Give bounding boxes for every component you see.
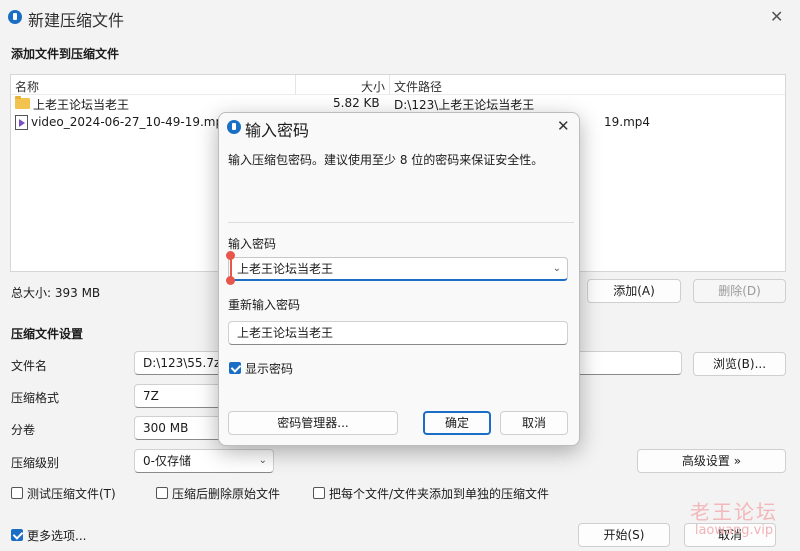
app-logo-icon — [227, 120, 241, 134]
reenter-value: 上老王论坛当老王 — [237, 326, 334, 340]
row-name: video_2024-06-27_10-49-19.mp4 — [31, 115, 231, 129]
column-divider[interactable] — [295, 75, 296, 95]
list-header: 名称 大小 文件路径 — [11, 75, 785, 95]
close-icon[interactable]: ✕ — [770, 7, 783, 26]
reenter-password-input[interactable]: 上老王论坛当老王 — [228, 321, 568, 345]
column-size[interactable]: 大小 — [361, 78, 385, 95]
column-name[interactable]: 名称 — [15, 78, 39, 95]
separate-archives-label: 把每个文件/文件夹添加到单独的压缩文件 — [329, 487, 550, 501]
password-value: 上老王论坛当老王 — [237, 262, 334, 276]
watermark-logo: 老王论坛 — [690, 500, 778, 524]
divider — [228, 222, 574, 223]
add-button[interactable]: 添加(A) — [587, 279, 681, 303]
test-archive-checkbox[interactable] — [11, 487, 23, 499]
password-label: 输入密码 — [228, 237, 277, 251]
total-size: 总大小: 393 MB — [11, 286, 101, 300]
dialog-cancel-button[interactable]: 取消 — [500, 411, 568, 435]
password-dialog: 输入密码 ✕ 输入压缩包密码。建议使用至少 8 位的密码来保证安全性。 输入密码… — [218, 112, 580, 446]
filename-label: 文件名 — [11, 359, 48, 373]
window-title: 新建压缩文件 — [28, 11, 125, 30]
browse-button[interactable]: 浏览(B)... — [693, 352, 786, 376]
password-manager-button[interactable]: 密码管理器... — [228, 411, 398, 435]
ok-button[interactable]: 确定 — [423, 411, 491, 435]
close-icon[interactable]: ✕ — [557, 117, 570, 135]
row-size: 5.82 KB — [333, 96, 380, 110]
row-path: 19.mp4 — [604, 115, 651, 129]
settings-section-title: 压缩文件设置 — [11, 327, 84, 341]
format-value: 7Z — [143, 389, 159, 403]
level-label: 压缩级别 — [11, 456, 60, 470]
title-bar: 新建压缩文件 ✕ — [0, 0, 800, 36]
password-input[interactable]: 上老王论坛当老王 ⌄ — [228, 257, 568, 281]
more-options-label: 更多选项... — [27, 529, 87, 543]
show-password-checkbox[interactable] — [229, 362, 241, 374]
level-value: 0-仅存储 — [143, 454, 191, 468]
volume-label: 分卷 — [11, 423, 36, 437]
chevron-down-icon: ⌄ — [258, 455, 267, 466]
list-row[interactable]: 上老王论坛当老王 5.82 KB D:\123\上老王论坛当老王 — [11, 95, 785, 113]
format-label: 压缩格式 — [11, 391, 60, 405]
column-path[interactable]: 文件路径 — [394, 78, 442, 95]
test-archive-label: 测试压缩文件(T) — [27, 487, 116, 501]
start-button[interactable]: 开始(S) — [578, 523, 670, 547]
files-section-title: 添加文件到压缩文件 — [11, 47, 120, 61]
dialog-title: 输入密码 — [245, 121, 310, 140]
watermark: 老王论坛 laowang.vip — [684, 496, 784, 538]
dialog-description: 输入压缩包密码。建议使用至少 8 位的密码来保证安全性。 — [228, 153, 544, 167]
row-name: 上老王论坛当老王 — [33, 98, 130, 112]
more-options-checkbox[interactable] — [11, 529, 23, 541]
delete-after-label: 压缩后删除原始文件 — [172, 487, 281, 501]
folder-icon — [15, 96, 30, 109]
separate-archives-checkbox[interactable] — [313, 487, 325, 499]
watermark-url: laowang.vip — [694, 523, 774, 538]
column-divider[interactable] — [389, 75, 390, 95]
chevron-down-icon[interactable]: ⌄ — [553, 258, 561, 279]
delete-button[interactable]: 删除(D) — [693, 279, 786, 303]
reenter-label: 重新输入密码 — [228, 298, 301, 312]
volume-value: 300 MB — [143, 421, 189, 435]
app-logo-icon — [8, 10, 22, 24]
show-password-label: 显示密码 — [245, 362, 294, 376]
level-select[interactable]: 0-仅存储 ⌄ — [134, 449, 274, 473]
row-path: D:\123\上老王论坛当老王 — [394, 98, 535, 112]
advanced-settings-button[interactable]: 高级设置 » — [637, 449, 786, 473]
marker-dot — [226, 276, 235, 285]
video-file-icon — [15, 115, 28, 130]
delete-after-checkbox[interactable] — [156, 487, 168, 499]
